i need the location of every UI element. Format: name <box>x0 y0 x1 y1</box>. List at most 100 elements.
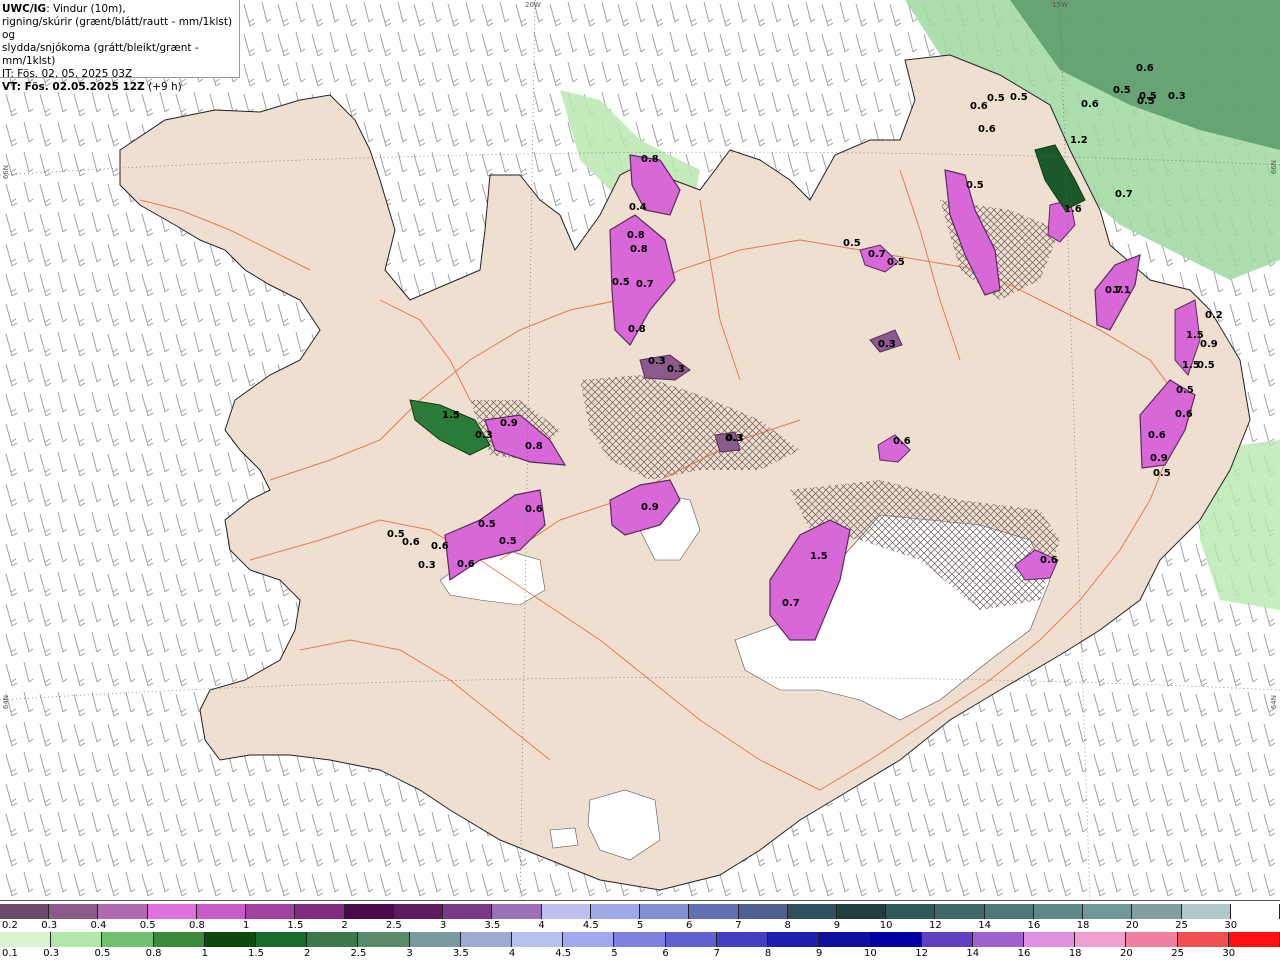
scale-tick-label: 20 <box>1125 920 1139 931</box>
scale-tick-label: 0.8 <box>188 920 205 931</box>
precip-value-label: 0.8 <box>630 244 648 255</box>
precip-value-label: 0.7 <box>868 249 886 260</box>
scale-tick-label: 18 <box>1068 948 1082 959</box>
scale-cell <box>1033 904 1084 919</box>
scale-cell <box>492 904 542 919</box>
precip-value-label: 0.5 <box>1153 468 1171 479</box>
scale-tick-label: 2.5 <box>385 920 402 931</box>
precip-value-label: 0.3 <box>475 430 493 441</box>
precip-value-label: 0.5 <box>478 519 496 530</box>
scale-cell <box>1132 904 1182 919</box>
precip-value-label: 0.3 <box>648 356 666 367</box>
precip-value-label: 0.6 <box>978 124 996 135</box>
color-scales: 0.2 0.3 0.4 0.5 0.8 1 1.5 2 2.5 3 3.5 4 4.5 5 6 7 8 9 10 12… <box>0 900 1280 961</box>
scale-tick-label: 14 <box>978 920 991 931</box>
snow-color-bar <box>0 904 1280 919</box>
scale-cell <box>640 904 690 919</box>
scale-tick-label: 25 <box>1171 948 1184 959</box>
scale-cell <box>590 904 641 919</box>
scale-cell <box>819 932 871 947</box>
rain-scale-labels: 0.1 0.3 0.5 0.8 1 1.5 2 2.5 3 3.5 4 4.5 5 6 7 8 9 10 12 14 1… <box>0 948 1280 960</box>
coord-label-top-20w: 20W <box>525 1 541 9</box>
scale-tick-label: 0.5 <box>139 920 156 931</box>
scale-tick-label: 16 <box>1027 920 1041 931</box>
scale-tick-label: 0.5 <box>94 948 111 959</box>
scale-cell <box>563 932 615 947</box>
precip-value-label: 0.5 <box>966 180 984 191</box>
precip-value-label: 0.6 <box>1081 99 1099 110</box>
scale-tick-label: 1.5 <box>287 920 304 931</box>
precip-value-label: 0.5 <box>1137 96 1155 107</box>
scale-cell <box>246 904 296 919</box>
scale-tick-label: 1.5 <box>248 948 264 959</box>
precip-value-label: 0.6 <box>431 541 449 552</box>
precip-value-label: 0.3 <box>878 339 896 350</box>
scale-tick-label: 30 <box>1224 920 1238 931</box>
valid-time: VT: Fös. 02.05.2025 12Z <box>2 81 145 93</box>
scale-tick-label: 4 <box>508 948 516 959</box>
precip-value-label: 0.7 <box>782 598 800 609</box>
scale-cell <box>689 904 739 919</box>
precip-value-label: 0.6 <box>1148 430 1166 441</box>
precip-value-label: 0.3 <box>1168 91 1186 102</box>
precip-value-label: 1.5 <box>1182 360 1200 371</box>
scale-tick-label: 8 <box>764 948 772 959</box>
scale-tick-label: 9 <box>833 920 841 931</box>
scale-cell <box>935 904 985 919</box>
scale-tick-label: 9 <box>816 948 823 959</box>
precip-value-label: 0.3 <box>418 560 436 571</box>
scale-tick-label: 2.5 <box>350 948 367 959</box>
precip-value-label: 0.6 <box>1175 409 1193 420</box>
init-time: IT: Fös. 02. 05. 2025 03Z <box>2 68 133 80</box>
scale-tick-label: 10 <box>864 948 877 959</box>
scale-tick-label: 1 <box>242 920 250 931</box>
scale-cell <box>460 932 513 947</box>
precip-value-label: 0.7 <box>1115 189 1133 200</box>
scale-cell <box>1181 904 1231 919</box>
scale-cell <box>1075 932 1127 947</box>
precip-value-label: 0.7 <box>636 279 654 290</box>
scale-tick-label: 2 <box>304 948 311 959</box>
precip-value-label: 0.5 <box>1010 92 1028 103</box>
precip-value-label: 0.6 <box>525 504 543 515</box>
scale-tick-label: 10 <box>879 920 893 931</box>
scale-tick-label: 0.2 <box>2 920 18 931</box>
precip-value-label: 0.5 <box>499 536 517 547</box>
scale-cell <box>541 904 591 919</box>
scale-cell <box>972 932 1025 947</box>
scale-tick-label: 16 <box>1017 948 1031 959</box>
coord-label-top-15w: 15W <box>1052 1 1068 9</box>
scale-cell <box>295 904 345 919</box>
scale-cell <box>0 932 52 947</box>
scale-tick-label: 0.8 <box>145 948 162 959</box>
glacier-small <box>549 827 579 849</box>
scale-tick-label: 0.4 <box>90 920 107 931</box>
scale-cell <box>836 904 887 919</box>
precip-value-label: 1.5 <box>442 410 460 421</box>
scale-tick-label: 3.5 <box>484 920 501 931</box>
scale-cell <box>393 904 444 919</box>
rain-color-bar <box>0 932 1280 947</box>
scale-tick-label: 7 <box>713 948 720 959</box>
scale-cell <box>0 904 50 919</box>
map-header-info: UWC/IG: Vindur (10m), rigning/skúrir (gr… <box>0 0 240 93</box>
scale-tick-label: 30 <box>1222 948 1236 959</box>
scale-cell <box>1126 932 1178 947</box>
scale-cell <box>716 932 769 947</box>
scale-tick-label: 5 <box>611 948 618 959</box>
precip-value-label: 0.8 <box>641 154 659 165</box>
scale-cell <box>153 932 205 947</box>
precip-value-label: 0.5 <box>1113 85 1131 96</box>
precip-value-label: 0.5 <box>843 238 861 249</box>
scale-tick-label: 18 <box>1076 920 1090 931</box>
scale-cell <box>204 932 257 947</box>
scale-cell <box>98 904 148 919</box>
scale-cell <box>1024 932 1076 947</box>
scale-tick-label: 3.5 <box>452 948 469 959</box>
precip-value-label: 0.9 <box>1200 339 1218 350</box>
precip-value-label: 0.8 <box>628 324 646 335</box>
coord-label-left-66n: 66N <box>2 165 10 180</box>
scale-tick-label: 6 <box>662 948 669 959</box>
scale-cell <box>344 904 394 919</box>
precip-value-label: 1.2 <box>1070 135 1088 146</box>
